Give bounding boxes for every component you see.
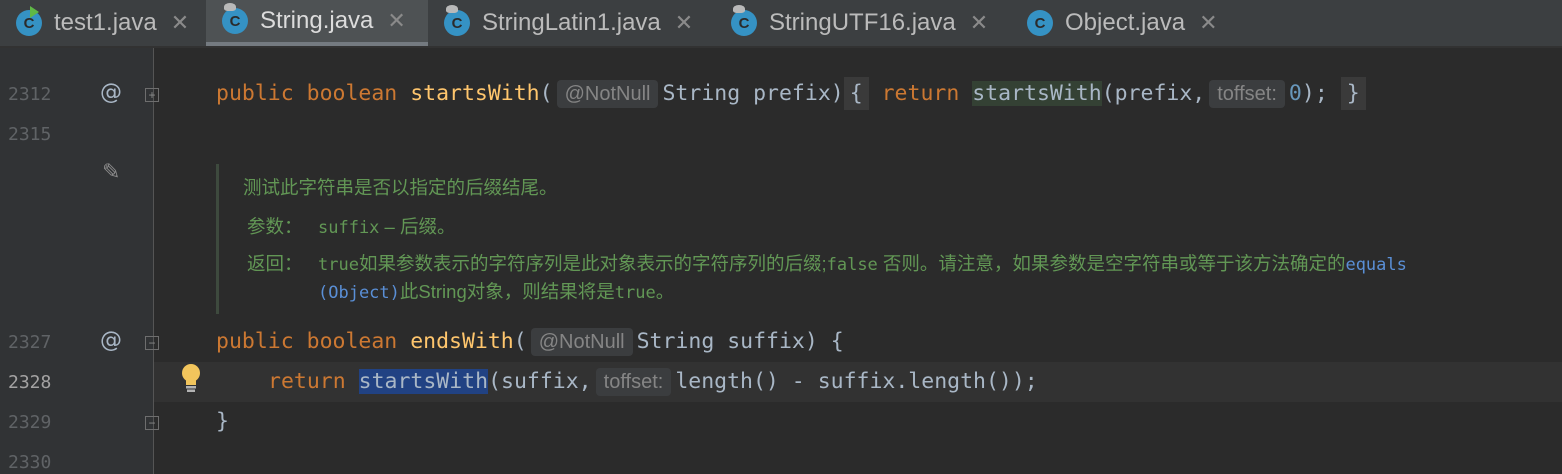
edit-doc-icon[interactable]: ✎ [102,160,120,185]
code-line-ends-with[interactable]: public boolean endsWith(@NotNull String s… [216,322,844,362]
doc-params: suffix – 后缀。 [318,213,456,239]
java-class-readonly-icon: C [731,5,757,36]
rendered-javadoc: 测试此字符串是否以指定的后缀结尾。 参数： suffix – 后缀。 返回： t… [216,164,1519,314]
override-marker-icon[interactable]: @ [100,328,122,353]
override-marker-icon[interactable]: @ [100,80,122,105]
tab-object-java[interactable]: C Object.java ✕ [1011,0,1235,46]
doc-code-true: true [318,255,359,275]
java-class-readonly-icon: C [222,3,248,34]
tab-label: test1.java [54,9,157,36]
code-editor[interactable]: public boolean startsWith(@NotNull String… [154,48,1562,474]
tab-label: Object.java [1065,9,1186,36]
close-icon[interactable]: ✕ [387,8,405,34]
doc-text: 如果参数表示的字符序列是此对象表示的字符序列的后缀; [358,253,827,274]
code-line-return[interactable]: return startsWith(suffix, toffset: length(… [268,362,1038,402]
parameters: String suffix) { [636,329,844,354]
java-class-run-icon: C [16,6,42,36]
doc-link-object[interactable]: (Object) [318,283,400,303]
doc-text: 。 [655,281,675,302]
doc-code-true: true [614,283,656,303]
method-name: endsWith [410,329,514,354]
tab-label: String.java [260,7,374,34]
code-line-close-brace[interactable]: } [216,402,229,442]
tab-stringlatin1-java[interactable]: C StringLatin1.java ✕ [428,0,715,46]
close-icon[interactable]: ✕ [970,10,988,36]
doc-text: 对象，则结果将是 [466,281,615,302]
folded-brace-open[interactable]: { [843,77,869,110]
folded-brace-close[interactable]: } [1340,77,1366,110]
editor-gutter: 2312 2315 2327 2328 2329 2330 @ + ✎ @ − … [0,48,159,474]
line-number: 2312 [8,84,52,105]
line-number: 2315 [8,124,52,145]
keyword: return [268,369,346,394]
code-line-starts-with[interactable]: public boolean startsWith(@NotNull String… [216,74,1366,114]
doc-link-equals[interactable]: equals [1345,255,1406,275]
number-literal: 0 [1288,81,1302,106]
tab-label: StringUTF16.java [769,9,956,36]
parameter-hint: toffset: [595,368,672,396]
statement-end: ); [1301,81,1328,106]
parameters: String prefix) [662,81,844,106]
method-name: startsWith [410,81,540,106]
line-number: 2328 [8,372,52,393]
parameter-hint: toffset: [1209,80,1285,108]
keyword: public [216,81,294,106]
doc-returns-line2: (Object)此String对象，则结果将是true。 [318,278,674,304]
java-class-icon: C [1027,10,1053,36]
tab-label: StringLatin1.java [482,9,661,36]
doc-param-desc: – 后缀。 [379,216,456,237]
doc-returns-line1: true如果参数表示的字符序列是此对象表示的字符序列的后缀;false 否则。请… [318,250,1407,276]
paren: ( [513,329,527,354]
arguments: (prefix, [1101,81,1206,106]
doc-param-name: suffix [318,218,380,238]
tab-string-java[interactable]: C String.java ✕ [206,0,428,46]
doc-returns-label: 返回： [247,253,303,274]
doc-text: String [418,281,467,302]
annotation-hint: @NotNull [556,80,659,108]
close-icon[interactable]: ✕ [675,10,693,36]
arguments: (suffix, [488,369,592,394]
doc-summary: 测试此字符串是否以指定的后缀结尾。 [243,177,558,198]
doc-params-label: 参数： [247,216,303,237]
keyword: return [881,81,960,106]
annotation-hint: @NotNull [530,328,633,356]
editor-tab-bar: C test1.java ✕ C String.java ✕ C StringL… [0,0,1562,48]
keyword: boolean [306,329,398,354]
lightbulb-icon[interactable] [180,363,202,393]
selected-method-call[interactable]: startsWith [358,369,489,394]
doc-text: 否则。请注意，如果参数是空字符串或等于该方法确定的 [877,253,1346,274]
java-class-readonly-icon: C [444,5,470,36]
line-number: 2330 [8,452,52,473]
line-number: 2327 [8,332,52,353]
tab-test1-java[interactable]: C test1.java ✕ [0,0,205,46]
line-number: 2329 [8,412,52,433]
doc-text: 此 [399,281,419,302]
keyword: boolean [306,81,398,106]
method-call: startsWith [972,81,1102,106]
close-icon[interactable]: ✕ [1199,10,1217,36]
close-icon[interactable]: ✕ [171,10,189,36]
tab-stringutf16-java[interactable]: C StringUTF16.java ✕ [715,0,1011,46]
doc-code-false: false [826,255,878,275]
keyword: public [216,329,294,354]
expression: length() - suffix.length()); [675,369,1038,394]
paren: ( [539,81,553,106]
